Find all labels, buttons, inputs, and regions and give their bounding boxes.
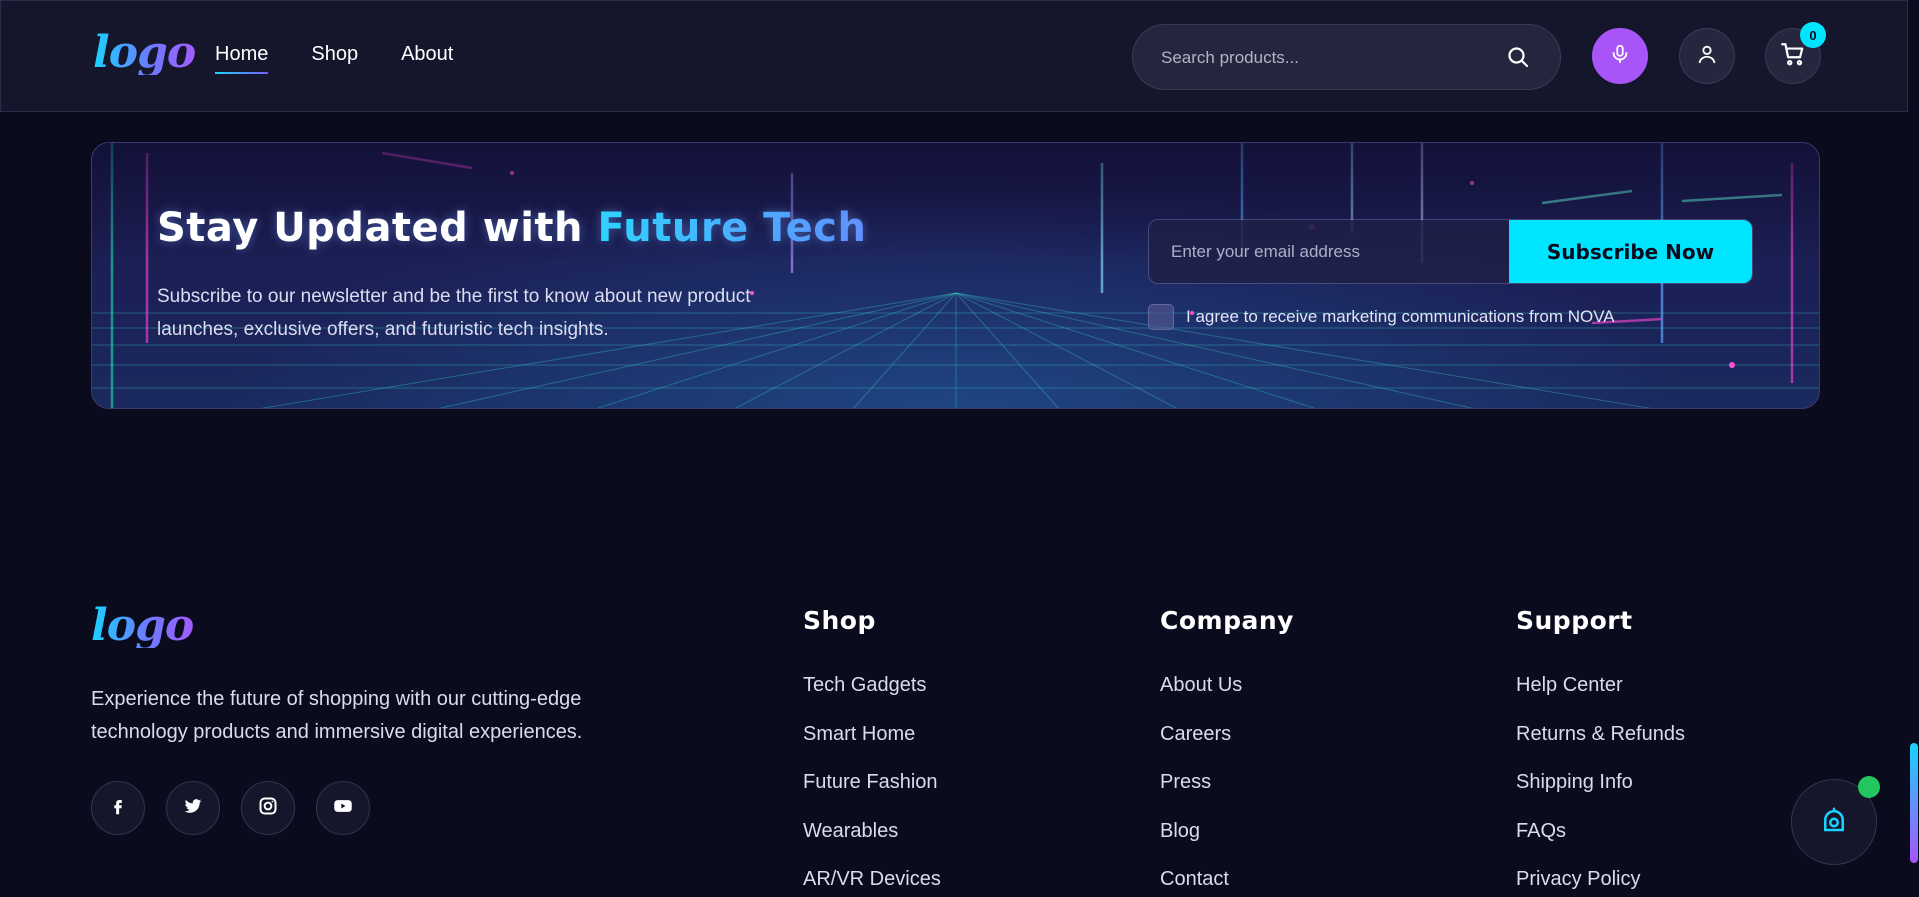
newsletter-title-main: Stay Updated with xyxy=(157,205,598,251)
footer-link[interactable]: FAQs xyxy=(1516,819,1685,868)
page-scrollbar[interactable] xyxy=(1908,0,1919,897)
main-nav: Home Shop About xyxy=(215,43,453,74)
cart-icon xyxy=(1780,41,1806,71)
nav-home[interactable]: Home xyxy=(215,43,269,74)
chat-assistant-button[interactable] xyxy=(1791,776,1880,865)
footer-link[interactable]: AR/VR Devices xyxy=(803,867,941,897)
facebook-link[interactable] xyxy=(91,781,145,835)
footer-column-shop: Shop Tech Gadgets Smart Home Future Fash… xyxy=(803,606,941,897)
footer-link[interactable]: Shipping Info xyxy=(1516,770,1685,819)
footer-logo[interactable]: logo xyxy=(91,604,194,648)
cart-count-badge: 0 xyxy=(1800,22,1826,48)
footer-link[interactable]: Privacy Policy xyxy=(1516,867,1685,897)
footer-link[interactable]: About Us xyxy=(1160,673,1294,722)
nav-about[interactable]: About xyxy=(401,43,453,72)
header-logo[interactable]: logo xyxy=(93,31,196,75)
subscribe-form: Subscribe Now xyxy=(1148,219,1753,284)
robot-icon xyxy=(1819,805,1849,839)
footer-link[interactable]: Contact xyxy=(1160,867,1294,897)
consent-checkbox[interactable] xyxy=(1148,304,1174,330)
search-bar xyxy=(1132,24,1561,90)
user-icon xyxy=(1696,43,1718,69)
footer-column-title: Shop xyxy=(803,606,876,635)
footer-link[interactable]: Help Center xyxy=(1516,673,1685,722)
twitter-link[interactable] xyxy=(166,781,220,835)
footer-link[interactable]: Smart Home xyxy=(803,722,941,771)
footer-column-title: Company xyxy=(1160,606,1294,635)
site-header: logo Home Shop About 0 xyxy=(0,0,1908,112)
newsletter-banner: Stay Updated with Future Tech Subscribe … xyxy=(91,142,1820,409)
footer-link[interactable]: Tech Gadgets xyxy=(803,673,941,722)
newsletter-description: Subscribe to our newsletter and be the f… xyxy=(157,286,751,340)
footer-column-support: Support Help Center Returns & Refunds Sh… xyxy=(1516,606,1685,897)
nav-shop[interactable]: Shop xyxy=(311,43,358,72)
marketing-consent[interactable]: I agree to receive marketing communicati… xyxy=(1148,304,1615,330)
facebook-icon xyxy=(109,797,127,819)
instagram-icon xyxy=(258,796,278,820)
footer-column-title: Support xyxy=(1516,606,1633,635)
footer-description: Experience the future of shopping with o… xyxy=(91,688,583,743)
twitter-icon xyxy=(183,796,203,820)
footer-link[interactable]: Returns & Refunds xyxy=(1516,722,1685,771)
voice-search-button[interactable] xyxy=(1592,28,1648,84)
online-status-indicator xyxy=(1858,776,1880,798)
instagram-link[interactable] xyxy=(241,781,295,835)
newsletter-title-accent: Future Tech xyxy=(597,205,867,251)
youtube-icon xyxy=(333,796,353,820)
social-links xyxy=(91,781,370,835)
footer-link[interactable]: Press xyxy=(1160,770,1294,819)
scrollbar-thumb[interactable] xyxy=(1910,743,1918,863)
microphone-icon xyxy=(1609,43,1631,69)
footer-link[interactable]: Wearables xyxy=(803,819,941,868)
search-input[interactable] xyxy=(1161,43,1481,73)
footer-column-company: Company About Us Careers Press Blog Cont… xyxy=(1160,606,1294,897)
newsletter-title: Stay Updated with Future Tech xyxy=(157,205,866,251)
footer-link[interactable]: Blog xyxy=(1160,819,1294,868)
footer-link[interactable]: Future Fashion xyxy=(803,770,941,819)
email-input[interactable] xyxy=(1149,220,1509,283)
account-button[interactable] xyxy=(1679,28,1735,84)
subscribe-button[interactable]: Subscribe Now xyxy=(1509,220,1752,283)
cart-button[interactable]: 0 xyxy=(1765,22,1826,84)
search-icon[interactable] xyxy=(1506,45,1530,73)
footer-link[interactable]: Careers xyxy=(1160,722,1294,771)
youtube-link[interactable] xyxy=(316,781,370,835)
consent-label: I agree to receive marketing communicati… xyxy=(1186,307,1615,326)
